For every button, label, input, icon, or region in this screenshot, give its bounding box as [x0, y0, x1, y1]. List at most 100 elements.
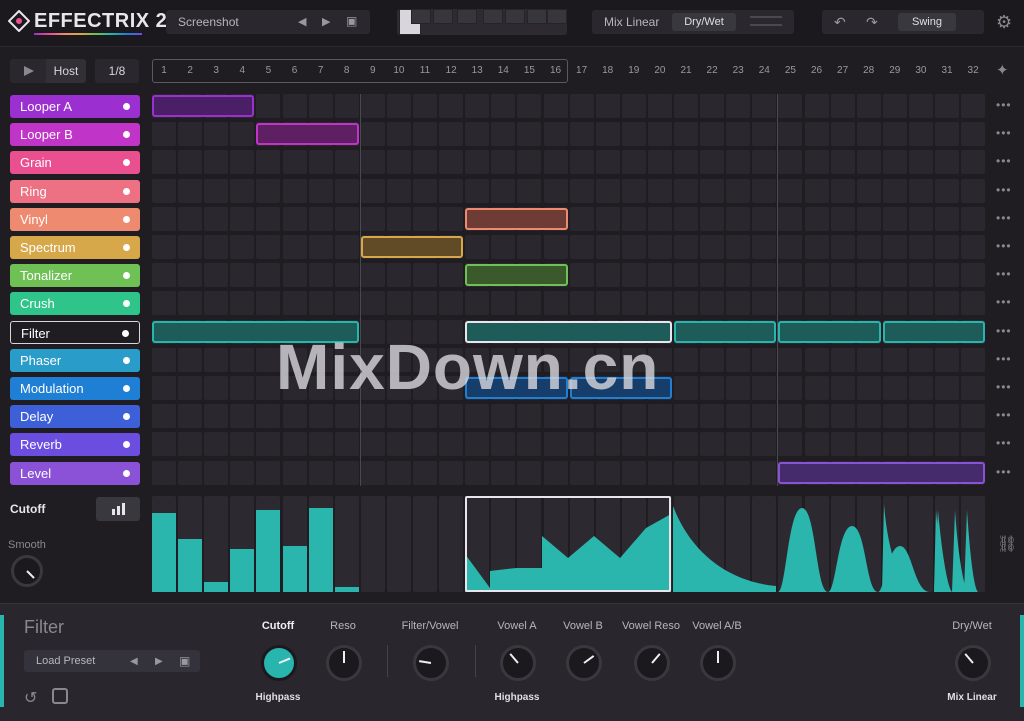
grid-cell[interactable]	[935, 178, 959, 203]
grid-cell[interactable]	[856, 263, 881, 288]
grid-cell[interactable]	[674, 122, 698, 147]
grid-cell[interactable]	[308, 432, 333, 457]
grid-cell[interactable]	[152, 404, 176, 429]
effect-block[interactable]	[256, 123, 359, 146]
grid-cell[interactable]	[647, 235, 672, 259]
grid-cell[interactable]	[778, 235, 803, 259]
grid-cell[interactable]	[752, 206, 777, 231]
grid-cell[interactable]	[360, 263, 385, 288]
grid-cell[interactable]	[804, 178, 829, 203]
effect-looper-b[interactable]: Looper B	[10, 123, 140, 147]
grid-cell[interactable]	[230, 460, 255, 485]
grid-cell[interactable]	[386, 122, 411, 147]
grid-cell[interactable]	[256, 404, 281, 429]
step-number[interactable]: 17	[569, 65, 595, 76]
row-more-icon[interactable]: •••	[996, 126, 1012, 140]
grid-cell[interactable]	[360, 178, 385, 203]
grid-cell[interactable]	[413, 404, 437, 429]
grid-cell[interactable]	[282, 263, 307, 288]
grid-cell[interactable]	[778, 291, 803, 316]
grid-cell[interactable]	[961, 432, 986, 457]
grid-cell[interactable]	[856, 347, 881, 372]
grid-cell[interactable]	[908, 263, 933, 288]
grid-cell[interactable]	[178, 460, 203, 485]
grid-cell[interactable]	[595, 263, 620, 288]
grid-cell[interactable]	[413, 206, 437, 231]
grid-cell[interactable]	[856, 235, 881, 259]
effect-enable-dot[interactable]	[123, 469, 130, 477]
step-number[interactable]: 12	[438, 65, 464, 76]
grid-cell[interactable]	[752, 460, 777, 485]
grid-cell[interactable]	[908, 291, 933, 316]
grid-cell[interactable]	[230, 122, 255, 147]
grid-cell[interactable]	[621, 460, 646, 485]
effect-enable-dot[interactable]	[123, 103, 130, 110]
grid-cell[interactable]	[178, 291, 203, 316]
grid-cell[interactable]	[856, 178, 881, 203]
grid-cell[interactable]	[726, 376, 751, 400]
grid-cell[interactable]	[752, 122, 777, 147]
grid-cell[interactable]	[413, 432, 437, 457]
grid-cell[interactable]	[700, 291, 725, 316]
grid-cell[interactable]	[908, 235, 933, 259]
grid-cell[interactable]	[569, 94, 594, 118]
grid-cell[interactable]	[178, 376, 203, 400]
grid-cell[interactable]	[569, 122, 594, 147]
grid-cell[interactable]	[647, 122, 672, 147]
row-more-icon[interactable]: •••	[996, 436, 1012, 450]
grid-cell[interactable]	[595, 206, 620, 231]
grid-cell[interactable]	[282, 206, 307, 231]
step-number[interactable]: 3	[203, 65, 229, 76]
grid-cell[interactable]	[674, 94, 698, 118]
step-number[interactable]: 24	[751, 65, 777, 76]
grid-cell[interactable]	[465, 291, 490, 316]
grid-cell[interactable]	[204, 404, 229, 429]
grid-cell[interactable]	[804, 376, 829, 400]
grid-cell[interactable]	[961, 263, 986, 288]
grid-cell[interactable]	[882, 376, 907, 400]
grid-cell[interactable]	[882, 291, 907, 316]
grid-cell[interactable]	[752, 404, 777, 429]
grid-cell[interactable]	[935, 122, 959, 147]
grid-cell[interactable]	[204, 178, 229, 203]
grid-cell[interactable]	[360, 206, 385, 231]
grid-cell[interactable]	[543, 291, 568, 316]
grid-cell[interactable]	[804, 206, 829, 231]
step-number[interactable]: 15	[516, 65, 542, 76]
grid-cell[interactable]	[569, 206, 594, 231]
grid-cell[interactable]	[204, 291, 229, 316]
grid-cell[interactable]	[308, 206, 333, 231]
grid-cell[interactable]	[595, 460, 620, 485]
grid-cell[interactable]	[961, 122, 986, 147]
grid-cell[interactable]	[386, 206, 411, 231]
grid-cell[interactable]	[569, 235, 594, 259]
step-number[interactable]: 31	[934, 65, 960, 76]
grid-cell[interactable]	[778, 347, 803, 372]
row-more-icon[interactable]: •••	[996, 98, 1012, 112]
grid-cell[interactable]	[778, 432, 803, 457]
grid-cell[interactable]	[882, 178, 907, 203]
randomize-dice-icon[interactable]	[52, 688, 68, 704]
grid-cell[interactable]	[152, 263, 176, 288]
step-number[interactable]: 5	[255, 65, 281, 76]
grid-cell[interactable]	[595, 291, 620, 316]
grid-cell[interactable]	[621, 404, 646, 429]
effect-block[interactable]	[152, 95, 255, 117]
grid-cell[interactable]	[543, 235, 568, 259]
grid-cell[interactable]	[334, 404, 359, 429]
grid-cell[interactable]	[700, 94, 725, 118]
grid-cell[interactable]	[178, 347, 203, 372]
grid-cell[interactable]	[230, 178, 255, 203]
grid-cell[interactable]	[543, 178, 568, 203]
grid-cell[interactable]	[961, 150, 986, 175]
grid-cell[interactable]	[543, 150, 568, 175]
grid-cell[interactable]	[204, 460, 229, 485]
grid-cell[interactable]	[882, 432, 907, 457]
grid-cell[interactable]	[778, 404, 803, 429]
effect-level[interactable]: Level	[10, 461, 140, 485]
grid-cell[interactable]	[908, 404, 933, 429]
grid-cell[interactable]	[778, 122, 803, 147]
grid-cell[interactable]	[543, 94, 568, 118]
grid-cell[interactable]	[491, 235, 516, 259]
grid-cell[interactable]	[726, 347, 751, 372]
